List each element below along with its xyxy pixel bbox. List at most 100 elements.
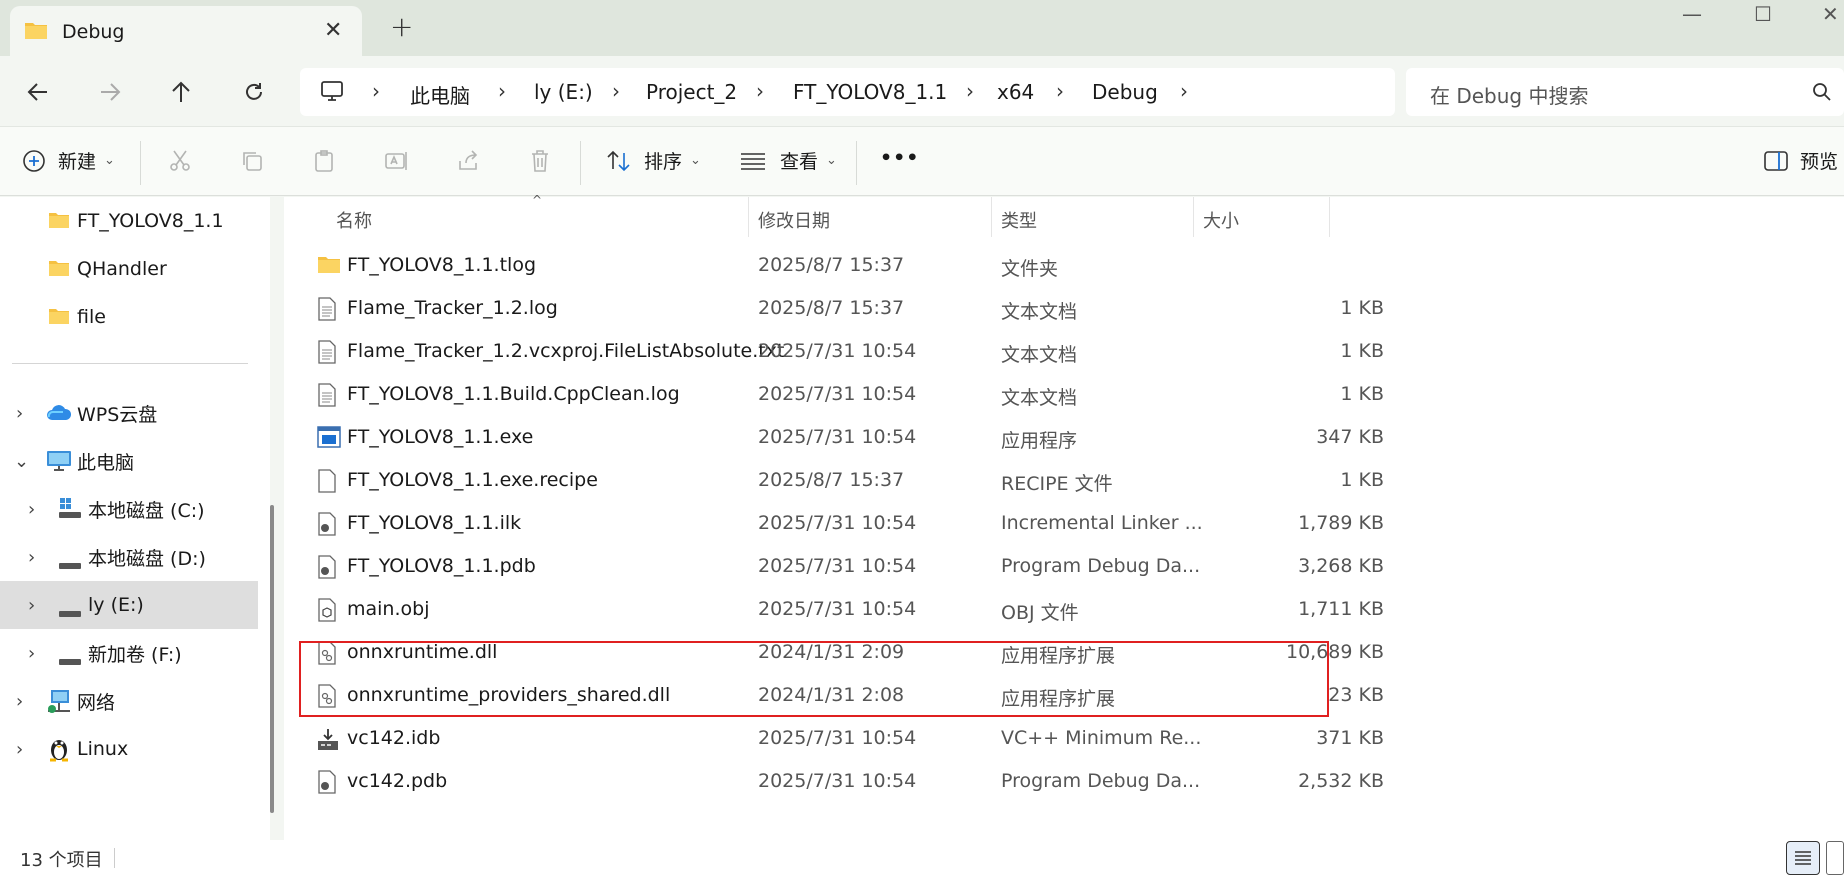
share-icon[interactable] [456,149,480,177]
breadcrumb-project-2[interactable]: Project_2 [646,80,737,104]
column-divider[interactable] [748,197,749,237]
file-row[interactable]: FT_YOLOV8_1.1.exe 2025/7/31 10:54 应用程序 3… [284,416,1384,459]
chevron-right-icon[interactable]: › [16,739,23,760]
sidebar-item-qhandler[interactable]: QHandler [0,245,258,293]
cut-icon[interactable] [168,149,192,177]
file-date: 2025/7/31 10:54 [758,512,917,534]
file-size: 3,268 KB [1298,555,1384,577]
breadcrumb-debug[interactable]: Debug [1092,80,1158,104]
column-divider[interactable] [1329,197,1330,237]
copy-icon[interactable] [240,149,264,177]
tiles-view-button[interactable] [1826,841,1844,875]
column-header-name[interactable]: 名称 [336,207,372,233]
new-label: 新建 [58,151,97,173]
breadcrumb-drive-e[interactable]: ly (E:) [534,80,593,104]
paste-icon[interactable] [312,149,336,177]
more-button[interactable]: ••• [880,147,919,169]
column-header-size[interactable]: 大小 [1203,207,1239,233]
file-row[interactable]: Flame_Tracker_1.2.log 2025/8/7 15:37 文本文… [284,287,1384,330]
file-type: Incremental Linker ... [1001,512,1203,534]
sidebar-item-label: WPS云盘 [77,403,158,426]
sidebar-item-wps-cloud[interactable]: › WPS云盘 [0,389,258,437]
column-header-type[interactable]: 类型 [1001,207,1037,233]
sidebar-item-file[interactable]: file [0,293,258,341]
text-file-icon [317,340,337,368]
file-row[interactable]: vc142.pdb 2025/7/31 10:54 Program Debug … [284,760,1384,803]
file-name: vc142.idb [347,727,441,749]
chevron-right-icon[interactable]: › [16,403,23,424]
file-row[interactable]: FT_YOLOV8_1.1.Build.CppClean.log 2025/7/… [284,373,1384,416]
file-size: 1 KB [1340,340,1384,362]
file-row[interactable]: FT_YOLOV8_1.1.pdb 2025/7/31 10:54 Progra… [284,545,1384,588]
breadcrumb-x64[interactable]: x64 [997,80,1034,104]
delete-icon[interactable] [528,149,552,177]
up-button[interactable] [163,74,199,110]
details-view-button[interactable] [1786,841,1820,875]
address-bar[interactable]: › 此电脑 › ly (E:) › Project_2 › FT_YOLOV8_… [300,68,1395,116]
sort-button[interactable]: 排序 ⌄ [606,147,701,174]
refresh-button[interactable] [236,74,272,110]
new-tab-button[interactable]: + [390,10,413,43]
status-bar: 13 个项目 [0,840,1844,876]
sidebar-item-ft-yolov8[interactable]: FT_YOLOV8_1.1 [0,197,258,245]
chevron-right-icon[interactable]: › [28,595,35,616]
maximize-button[interactable]: ☐ [1754,2,1772,26]
divider [114,848,115,868]
forward-button[interactable] [92,74,128,110]
sidebar-item-drive-e[interactable]: › ly (E:) [0,581,258,629]
sidebar-item-label: 本地磁盘 (D:) [88,547,206,570]
file-row[interactable]: FT_YOLOV8_1.1.ilk 2025/7/31 10:54 Increm… [284,502,1384,545]
column-divider[interactable] [991,197,992,237]
column-divider[interactable] [1193,197,1194,237]
chevron-down-icon[interactable]: ⌄ [14,451,29,472]
file-row[interactable]: FT_YOLOV8_1.1.exe.recipe 2025/8/7 15:37 … [284,459,1384,502]
sidebar-scrollbar[interactable] [270,505,274,813]
chevron-right-icon[interactable]: › [16,691,23,712]
chevron-right-icon: › [498,79,506,103]
tab-debug[interactable]: Debug ✕ [10,6,362,56]
search-input[interactable]: 在 Debug 中搜索 [1406,68,1844,116]
folder-icon [48,211,70,234]
column-header-date[interactable]: 修改日期 [758,207,830,233]
text-file-icon [317,383,337,411]
chevron-right-icon[interactable]: › [28,499,35,520]
new-button[interactable]: 新建 ⌄ [22,147,115,174]
sidebar-item-drive-c[interactable]: › 本地磁盘 (C:) [0,485,258,533]
breadcrumb-ft-yolov8[interactable]: FT_YOLOV8_1.1 [793,80,947,104]
pdb-file-icon [317,770,337,798]
rename-icon[interactable] [384,149,410,177]
breadcrumb-this-pc[interactable]: 此电脑 [410,80,470,109]
sidebar-item-this-pc[interactable]: ⌄ 此电脑 [0,437,258,485]
view-icon [741,152,765,170]
ilk-file-icon [317,512,337,540]
view-button[interactable]: 查看 ⌄ [740,147,837,174]
chevron-down-icon: ⌄ [104,153,115,168]
item-count: 13 个项目 [20,850,103,871]
divider [140,141,141,185]
sidebar-item-network[interactable]: › 网络 [0,677,258,725]
chevron-right-icon: › [372,79,380,103]
sidebar-item-label: ly (E:) [88,594,144,616]
sidebar-item-drive-f[interactable]: › 新加卷 (F:) [0,629,258,677]
file-row[interactable]: main.obj 2025/7/31 10:54 OBJ 文件 1,711 KB [284,588,1384,631]
minimize-button[interactable]: — [1682,2,1702,26]
command-bar: 新建 ⌄ 排序 ⌄ 查看 ⌄ ••• 预览 [0,126,1844,196]
file-name: Flame_Tracker_1.2.log [347,297,558,319]
sidebar-item-linux[interactable]: › Linux [0,725,258,773]
close-button[interactable]: ✕ [1822,2,1839,26]
chevron-right-icon[interactable]: › [28,643,35,664]
file-row[interactable]: vc142.idb 2025/7/31 10:54 VC++ Minimum R… [284,717,1384,760]
file-size: 371 KB [1316,727,1384,749]
tab-title: Debug [62,21,125,43]
chevron-right-icon[interactable]: › [28,547,35,568]
text-file-icon [317,297,337,325]
back-button[interactable] [20,74,56,110]
sidebar-item-drive-d[interactable]: › 本地磁盘 (D:) [0,533,258,581]
tab-close-icon[interactable]: ✕ [324,18,342,43]
file-row[interactable]: FT_YOLOV8_1.1.tlog 2025/8/7 15:37 文件夹 [284,244,1384,287]
search-placeholder: 在 Debug 中搜索 [1430,84,1589,108]
file-type: OBJ 文件 [1001,602,1079,624]
arrow-up-icon [172,81,190,102]
file-row[interactable]: Flame_Tracker_1.2.vcxproj.FileListAbsolu… [284,330,1384,373]
preview-button[interactable]: 预览 [1764,147,1838,174]
